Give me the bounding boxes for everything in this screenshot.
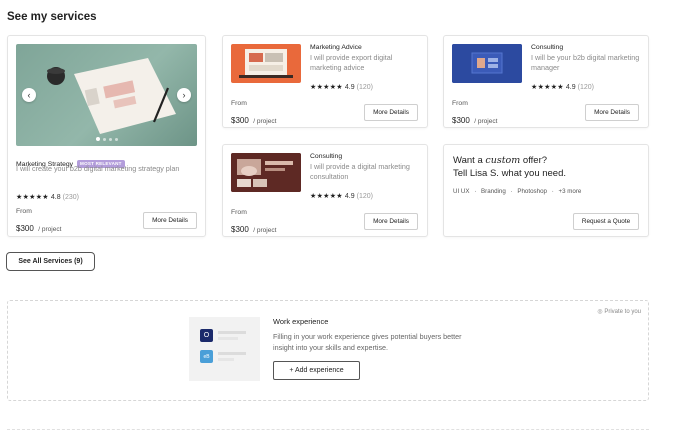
- carousel-dot-active[interactable]: [95, 137, 100, 141]
- carousel-dots: [95, 137, 118, 141]
- price-unit: / project: [253, 227, 277, 234]
- from-label: From: [231, 209, 247, 216]
- carousel-next-button[interactable]: ›: [177, 88, 191, 102]
- section-divider: [7, 429, 649, 430]
- work-experience-illustration: O eB: [189, 317, 260, 381]
- price-unit: / project: [38, 226, 62, 233]
- star-rating-icon: ★★★★★: [310, 193, 343, 200]
- service-description[interactable]: I will provide export digital marketing …: [310, 53, 422, 73]
- board-image: [452, 44, 522, 83]
- rating-row: ★★★★★ 4.9 (120): [310, 76, 422, 94]
- rating-value: 4.9: [565, 84, 576, 91]
- rating-row: ★★★★★ 4.9 (120): [531, 76, 643, 94]
- add-experience-button[interactable]: + Add experience: [273, 361, 360, 380]
- skill-tag: Photoshop: [517, 188, 547, 195]
- service-card-marketing-advice[interactable]: Marketing Advice I will provide export d…: [222, 35, 428, 128]
- more-details-button[interactable]: More Details: [364, 213, 418, 230]
- star-rating-icon: ★★★★★: [531, 84, 564, 91]
- custom-offer-subtitle: Tell Lisa S. what you need.: [453, 168, 567, 179]
- star-rating-icon: ★★★★★: [310, 84, 343, 91]
- work-experience-description: Filling in your work experience gives po…: [273, 332, 462, 352]
- from-label: From: [231, 100, 247, 107]
- rating-value: 4.9: [344, 84, 355, 91]
- work-experience-title: Work experience: [273, 317, 329, 326]
- rating-row: ★★★★★ 4.9 (120): [310, 185, 422, 203]
- custom-offer-title: Want a custom offer?: [453, 154, 547, 167]
- review-count: (120): [577, 84, 594, 91]
- consultation-image: [231, 153, 301, 192]
- skill-tag: Branding: [481, 188, 506, 195]
- service-card-consulting-manager[interactable]: Consulting I will be your b2b digital ma…: [443, 35, 649, 128]
- eye-icon: ◎: [597, 309, 603, 315]
- service-thumbnail: [231, 44, 301, 83]
- star-rating-icon: ★★★★★: [16, 194, 49, 201]
- service-info: Consulting I will provide a digital mark…: [310, 153, 422, 203]
- service-thumbnail: [452, 44, 522, 83]
- company-logo-icon: O: [200, 329, 213, 342]
- price-value: $300: [452, 116, 470, 125]
- price-value: $300: [16, 224, 34, 233]
- marketing-strategy-image: [47, 58, 176, 134]
- more-details-button[interactable]: More Details: [364, 104, 418, 121]
- service-card-consulting-consultation[interactable]: Consulting I will provide a digital mark…: [222, 144, 428, 237]
- from-label: From: [452, 100, 468, 107]
- service-card-featured[interactable]: ‹ › Marketing Strategy MOST RELEVANT I wi…: [7, 35, 206, 237]
- see-all-services-button[interactable]: See All Services (9): [6, 252, 95, 271]
- review-count: (120): [356, 84, 373, 91]
- offer-title-suffix: offer?: [522, 155, 548, 166]
- work-experience-section: ◎ Private to you O eB Work experience Fi…: [7, 300, 649, 401]
- private-indicator: ◎ Private to you: [597, 308, 641, 315]
- service-description[interactable]: I will be your b2b digital marketing man…: [531, 53, 643, 73]
- offer-title-prefix: Want a: [453, 155, 483, 166]
- more-details-button[interactable]: More Details: [143, 212, 197, 229]
- carousel-dot[interactable]: [108, 137, 112, 141]
- service-info: Marketing Advice I will provide export d…: [310, 44, 422, 94]
- carousel-prev-button[interactable]: ‹: [22, 88, 36, 102]
- more-tags-link[interactable]: +3 more: [558, 188, 581, 195]
- service-name: Marketing Advice: [310, 44, 362, 51]
- service-description[interactable]: I will create your b2b digital marketing…: [16, 164, 201, 174]
- price-value: $300: [231, 225, 249, 234]
- price-unit: / project: [253, 118, 277, 125]
- price-row: $300 / project: [231, 110, 276, 128]
- skill-tags: UI UX · Branding · Photoshop · +3 more: [453, 188, 582, 195]
- private-label: Private to you: [604, 309, 641, 315]
- service-thumbnail: [231, 153, 301, 192]
- review-count: (120): [356, 193, 373, 200]
- service-description[interactable]: I will provide a digital marketing consu…: [310, 162, 422, 182]
- carousel-dot[interactable]: [114, 137, 118, 141]
- service-name: Consulting: [310, 153, 343, 160]
- request-quote-button[interactable]: Request a Quote: [573, 213, 639, 230]
- from-label: From: [16, 208, 32, 215]
- custom-offer-card: Want a custom offer? Tell Lisa S. what y…: [443, 144, 649, 237]
- rating-row: ★★★★★ 4.8 (230): [16, 186, 79, 204]
- price-row: $300 / project: [16, 218, 61, 236]
- rating-value: 4.8: [50, 194, 61, 201]
- service-name: Consulting: [531, 44, 564, 51]
- more-details-button[interactable]: More Details: [585, 104, 639, 121]
- service-image-carousel[interactable]: ‹ ›: [16, 44, 197, 146]
- price-value: $300: [231, 116, 249, 125]
- carousel-dot[interactable]: [102, 137, 106, 141]
- skill-tag: UI UX: [453, 188, 470, 195]
- price-row: $300 / project: [231, 219, 276, 237]
- section-title: See my services: [7, 11, 97, 23]
- laptop-image: [239, 49, 293, 78]
- service-info: Consulting I will be your b2b digital ma…: [531, 44, 643, 94]
- offer-title-emphasis: custom: [485, 155, 521, 166]
- review-count: (230): [62, 194, 79, 201]
- price-row: $300 / project: [452, 110, 497, 128]
- rating-value: 4.9: [344, 193, 355, 200]
- company-logo-icon: eB: [200, 350, 213, 363]
- price-unit: / project: [474, 118, 498, 125]
